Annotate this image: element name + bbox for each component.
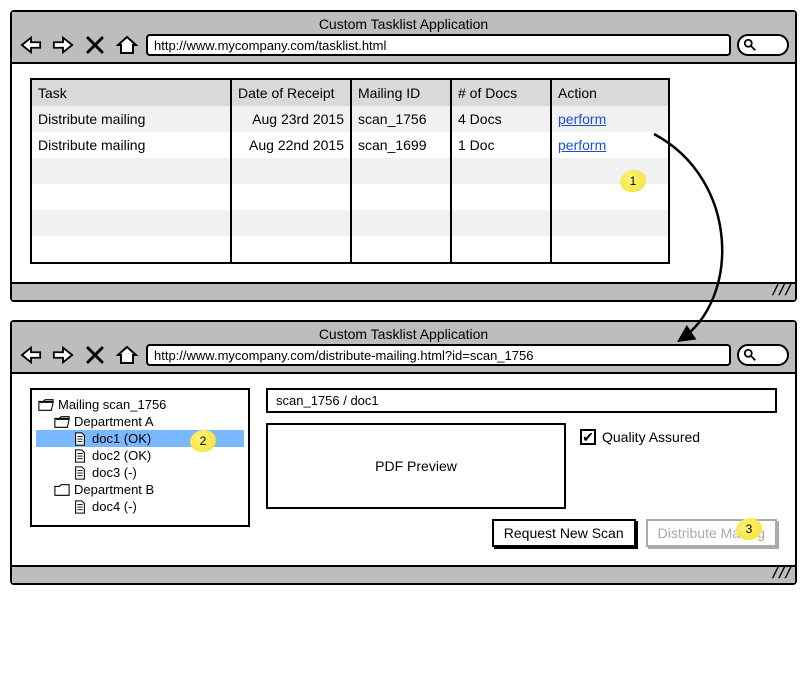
resize-grip-icon[interactable]: /// <box>772 282 791 298</box>
checkbox-icon: ✔ <box>580 429 596 445</box>
cell-mailing-id: scan_1756 <box>352 106 452 132</box>
tree-label: doc4 (-) <box>92 499 137 514</box>
perform-link[interactable]: perform <box>558 111 606 127</box>
table-row <box>32 236 668 262</box>
window-title: Custom Tasklist Application <box>18 326 789 342</box>
table-row: Distribute mailing Aug 23rd 2015 scan_17… <box>32 106 668 132</box>
task-table: Task Date of Receipt Mailing ID # of Doc… <box>30 78 670 264</box>
home-icon[interactable] <box>114 34 140 56</box>
document-icon <box>72 466 88 480</box>
table-body: Distribute mailing Aug 23rd 2015 scan_17… <box>32 106 668 262</box>
tree-label: doc2 (OK) <box>92 448 151 463</box>
table-row <box>32 210 668 236</box>
window2-content: Mailing scan_1756 Department A doc1 (OK)… <box>12 374 795 565</box>
back-icon[interactable] <box>18 344 44 366</box>
cell-action: perform <box>552 132 668 158</box>
status-bar <box>12 565 795 583</box>
table-row <box>32 158 668 184</box>
window-tasklist: Custom Tasklist Application http://www.m… <box>10 10 797 302</box>
window-distribute-mailing: Custom Tasklist Application http://www.m… <box>10 320 797 585</box>
tree-doc1[interactable]: doc1 (OK) <box>36 430 244 447</box>
url-input[interactable]: http://www.mycompany.com/distribute-mail… <box>146 344 731 366</box>
tree-doc3[interactable]: doc3 (-) <box>36 464 244 481</box>
forward-icon[interactable] <box>50 34 76 56</box>
cell-action: perform <box>552 106 668 132</box>
cell-task: Distribute mailing <box>32 106 232 132</box>
cell-docs: 1 Doc <box>452 132 552 158</box>
window1-content: Task Date of Receipt Mailing ID # of Doc… <box>12 64 795 282</box>
cell-date: Aug 22nd 2015 <box>232 132 352 158</box>
tree-label: Mailing scan_1756 <box>58 397 166 412</box>
cell-task: Distribute mailing <box>32 132 232 158</box>
tree-root[interactable]: Mailing scan_1756 <box>36 396 244 413</box>
col-date: Date of Receipt <box>232 80 352 106</box>
cell-date: Aug 23rd 2015 <box>232 106 352 132</box>
pdf-preview-label: PDF Preview <box>375 458 457 474</box>
document-icon <box>72 432 88 446</box>
tree-dept-a[interactable]: Department A <box>36 413 244 430</box>
document-icon <box>72 500 88 514</box>
breadcrumb: scan_1756 / doc1 <box>266 388 777 413</box>
table-row: Distribute mailing Aug 22nd 2015 scan_16… <box>32 132 668 158</box>
tree-label: Department B <box>74 482 154 497</box>
tree-dept-b[interactable]: Department B <box>36 481 244 498</box>
detail-panel: scan_1756 / doc1 PDF Preview ✔ Quality A… <box>266 388 777 547</box>
stop-icon[interactable] <box>82 344 108 366</box>
search-pill[interactable] <box>737 34 789 56</box>
pdf-preview: PDF Preview <box>266 423 566 509</box>
browser-nav: http://www.mycompany.com/tasklist.html <box>18 34 789 56</box>
document-tree: Mailing scan_1756 Department A doc1 (OK)… <box>30 388 250 527</box>
tree-label: doc3 (-) <box>92 465 137 480</box>
request-new-scan-button[interactable]: Request New Scan <box>492 519 636 547</box>
quality-assured-checkbox[interactable]: ✔ Quality Assured <box>580 429 700 445</box>
tree-label: Department A <box>74 414 154 429</box>
col-action: Action <box>552 80 668 106</box>
col-mailing-id: Mailing ID <box>352 80 452 106</box>
home-icon[interactable] <box>114 344 140 366</box>
col-task: Task <box>32 80 232 106</box>
titlebar: Custom Tasklist Application http://www.m… <box>12 12 795 64</box>
url-input[interactable]: http://www.mycompany.com/tasklist.html <box>146 34 731 56</box>
status-bar <box>12 282 795 300</box>
forward-icon[interactable] <box>50 344 76 366</box>
table-header-row: Task Date of Receipt Mailing ID # of Doc… <box>32 80 668 106</box>
resize-grip-icon[interactable]: /// <box>772 565 791 581</box>
stop-icon[interactable] <box>82 34 108 56</box>
action-buttons: Request New Scan Distribute Mailing <box>266 519 777 547</box>
folder-closed-icon <box>54 483 70 497</box>
col-num-docs: # of Docs <box>452 80 552 106</box>
window-title: Custom Tasklist Application <box>18 16 789 32</box>
cell-docs: 4 Docs <box>452 106 552 132</box>
cell-mailing-id: scan_1699 <box>352 132 452 158</box>
titlebar: Custom Tasklist Application http://www.m… <box>12 322 795 374</box>
perform-link[interactable]: perform <box>558 137 606 153</box>
back-icon[interactable] <box>18 34 44 56</box>
table-row <box>32 184 668 210</box>
quality-assured-label: Quality Assured <box>602 429 700 445</box>
distribute-mailing-button[interactable]: Distribute Mailing <box>646 519 777 547</box>
browser-nav: http://www.mycompany.com/distribute-mail… <box>18 344 789 366</box>
tree-doc2[interactable]: doc2 (OK) <box>36 447 244 464</box>
search-pill[interactable] <box>737 344 789 366</box>
tree-label: doc1 (OK) <box>92 431 151 446</box>
document-icon <box>72 449 88 463</box>
tree-doc4[interactable]: doc4 (-) <box>36 498 244 515</box>
folder-open-icon <box>38 398 54 412</box>
folder-open-icon <box>54 415 70 429</box>
